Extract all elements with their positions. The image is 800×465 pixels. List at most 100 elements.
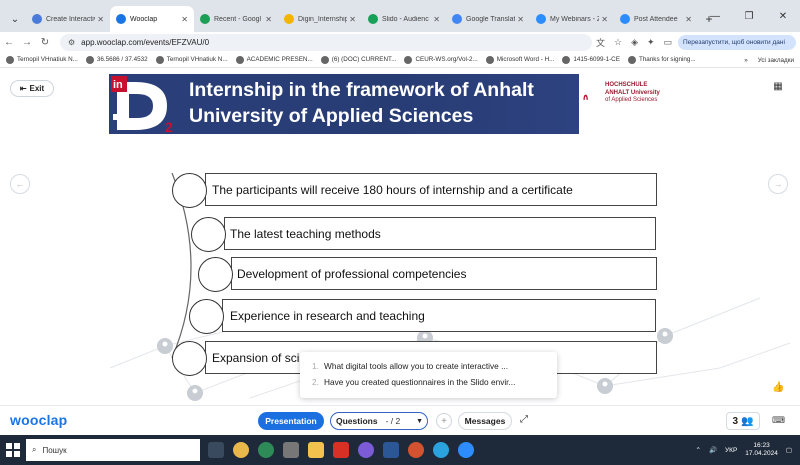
tab-close-icon[interactable]: ✕ <box>685 15 692 24</box>
task-view-icon[interactable] <box>208 442 224 458</box>
back-arrow-icon[interactable]: ← <box>0 37 18 48</box>
reload-icon[interactable]: ↻ <box>36 37 54 48</box>
bookmark-item[interactable]: CEUR-WS.org/Vol-2... <box>404 55 478 64</box>
slide-list-item-text: The latest teaching methods <box>230 226 381 241</box>
previous-slide-arrow-icon[interactable]: ← <box>10 174 30 194</box>
fullscreen-expand-icon[interactable]: ⤢ <box>520 414 528 425</box>
question-page-indicator: - / 2 <box>385 416 401 426</box>
question-list-item[interactable]: 2. Have you created questionnaires in the… <box>312 374 557 390</box>
banner-title-line2: University of Applied Sciences <box>189 105 474 127</box>
questions-dropdown[interactable]: Questions - / 2 ▼ <box>330 412 428 430</box>
presentation-button[interactable]: Presentation <box>258 412 324 430</box>
question-text: Have you created questionnaires in the S… <box>324 377 516 387</box>
bookmark-label: Microsoft Word - H... <box>496 56 555 63</box>
taskbar-search-input[interactable]: ⌕ Пошук <box>26 439 200 461</box>
chrome-icon[interactable] <box>258 442 274 458</box>
bookmark-item[interactable]: Microsoft Word - H... <box>485 55 555 64</box>
tab-favicon-icon <box>536 14 546 24</box>
clock-date: 17.04.2024 <box>745 450 778 457</box>
browser-tab[interactable]: Create Interactiv ✕ <box>26 6 110 32</box>
bookmark-label: (6) (DOC) CURRENT... <box>331 56 397 63</box>
browser-tab[interactable]: Google Translate ✕ <box>446 6 530 32</box>
browser-tab[interactable]: Wooclap ✕ <box>110 6 194 32</box>
tab-label: Wooclap <box>130 15 158 23</box>
tab-close-icon[interactable]: ✕ <box>517 15 524 24</box>
word-icon[interactable] <box>383 442 399 458</box>
tab-close-icon[interactable]: ✕ <box>181 15 188 24</box>
url-input[interactable]: ⚙ app.wooclap.com/events/EFZVAU/0 <box>60 34 592 51</box>
zoom-icon[interactable] <box>458 442 474 458</box>
slide-list-bullet-circle <box>191 217 226 252</box>
bookmark-favicon-icon <box>235 55 244 64</box>
viber-icon[interactable] <box>358 442 374 458</box>
tab-close-icon[interactable]: ✕ <box>601 15 608 24</box>
app-icon[interactable] <box>283 442 299 458</box>
browser-tab[interactable]: Recent - Googl ✕ <box>194 6 278 32</box>
bookmarks-more-icon[interactable]: » <box>744 57 748 64</box>
extensions-puzzle-icon[interactable]: ✦ <box>647 37 655 48</box>
relaunch-update-button[interactable]: Перезапустити, щоб оновити дані <box>678 35 796 50</box>
forward-arrow-icon[interactable]: → <box>18 37 36 48</box>
next-slide-arrow-icon[interactable]: → <box>768 174 788 194</box>
thumbs-up-icon[interactable]: 👍 <box>772 382 784 393</box>
slide-list-item: The latest teaching methods <box>224 217 656 250</box>
all-bookmarks-folder[interactable]: Усі закладки <box>758 57 794 64</box>
windows-start-icon[interactable] <box>6 443 20 457</box>
tab-label: Google Translate <box>466 15 516 23</box>
bookmark-favicon-icon <box>85 55 94 64</box>
messages-button[interactable]: Messages <box>458 412 512 430</box>
tray-chevron-up-icon[interactable]: ⌃ <box>695 446 700 454</box>
tab-close-icon[interactable]: ✕ <box>433 15 440 24</box>
browser-tab[interactable]: Digin_Internship ✕ <box>278 6 362 32</box>
bookmark-item[interactable]: (6) (DOC) CURRENT... <box>320 55 397 64</box>
slide-list-bullet-circle <box>198 257 233 292</box>
bookmark-item[interactable]: Ternopil VHnatiuk N... <box>155 55 228 64</box>
bookmark-item[interactable]: 36.5686 / 37.4532 <box>85 55 148 64</box>
acrobat-icon[interactable] <box>333 442 349 458</box>
keyboard-icon[interactable]: ⌨ <box>772 415 785 426</box>
chrome-canary-icon[interactable] <box>233 442 249 458</box>
tab-label: Slido - Audienc <box>382 15 429 23</box>
bookmark-star-icon[interactable]: ☆ <box>614 37 622 48</box>
file-explorer-icon[interactable] <box>308 442 324 458</box>
shield-icon[interactable]: ◈ <box>631 37 638 48</box>
language-indicator[interactable]: УКР <box>725 447 737 454</box>
tab-close-icon[interactable]: ✕ <box>265 15 272 24</box>
clock[interactable]: 16:23 17.04.2024 <box>745 442 778 458</box>
bookmark-item[interactable]: Ternopil VHnatiuk N... <box>6 55 78 64</box>
sidepanel-icon[interactable]: ▭ <box>664 37 673 48</box>
notifications-icon[interactable]: ▢ <box>786 446 792 454</box>
clock-time: 16:23 <box>753 442 770 449</box>
telegram-icon[interactable] <box>433 442 449 458</box>
powerpoint-icon[interactable] <box>408 442 424 458</box>
slide-list-item: Development of professional competencies <box>231 257 657 290</box>
bookmark-item[interactable]: Thanks for signing... <box>627 55 696 64</box>
bookmark-item[interactable]: 1415-6099-1-CE <box>562 55 620 64</box>
questions-popup: 1. What digital tools allow you to create… <box>300 352 557 398</box>
site-info-icon[interactable]: ⚙ <box>68 38 75 47</box>
grid-view-icon[interactable]: ▦ <box>770 81 786 97</box>
close-window-icon[interactable]: ✕ <box>766 11 800 22</box>
search-icon: ⌕ <box>32 445 37 454</box>
minimize-icon[interactable]: — <box>698 11 732 22</box>
bookmark-favicon-icon <box>320 55 329 64</box>
translate-icon[interactable]: 文 <box>596 36 605 49</box>
participants-counter[interactable]: 3 👥 <box>726 412 760 430</box>
browser-tab[interactable]: My Webinars - Z ✕ <box>530 6 614 32</box>
slide-list-bullet-circle <box>172 173 207 208</box>
add-question-plus-icon[interactable]: + <box>436 413 452 429</box>
maximize-icon[interactable]: ❐ <box>732 11 766 22</box>
bookmark-favicon-icon <box>6 55 14 64</box>
browser-tab[interactable]: Post Attendee ✕ <box>614 6 698 32</box>
tab-favicon-icon <box>452 14 462 24</box>
tab-close-icon[interactable]: ✕ <box>97 15 104 24</box>
question-list-item[interactable]: 1. What digital tools allow you to create… <box>312 358 557 374</box>
bookmark-item[interactable]: ACADEMIC PRESEN... <box>235 55 313 64</box>
tab-search-chevron-icon[interactable]: ⌄ <box>4 6 26 32</box>
tab-close-icon[interactable]: ✕ <box>349 15 356 24</box>
tabs-container: Create Interactiv ✕ Wooclap ✕ Recent - Googl… <box>26 6 698 32</box>
browser-tab[interactable]: Slido - Audienc ✕ <box>362 6 446 32</box>
volume-icon[interactable]: 🔊 <box>709 446 717 454</box>
exit-button[interactable]: ⇤ Exit <box>10 80 54 97</box>
wooclap-presentation-area: ⇤ Exit ▦ in 2 Internship in the framewor… <box>0 68 800 405</box>
